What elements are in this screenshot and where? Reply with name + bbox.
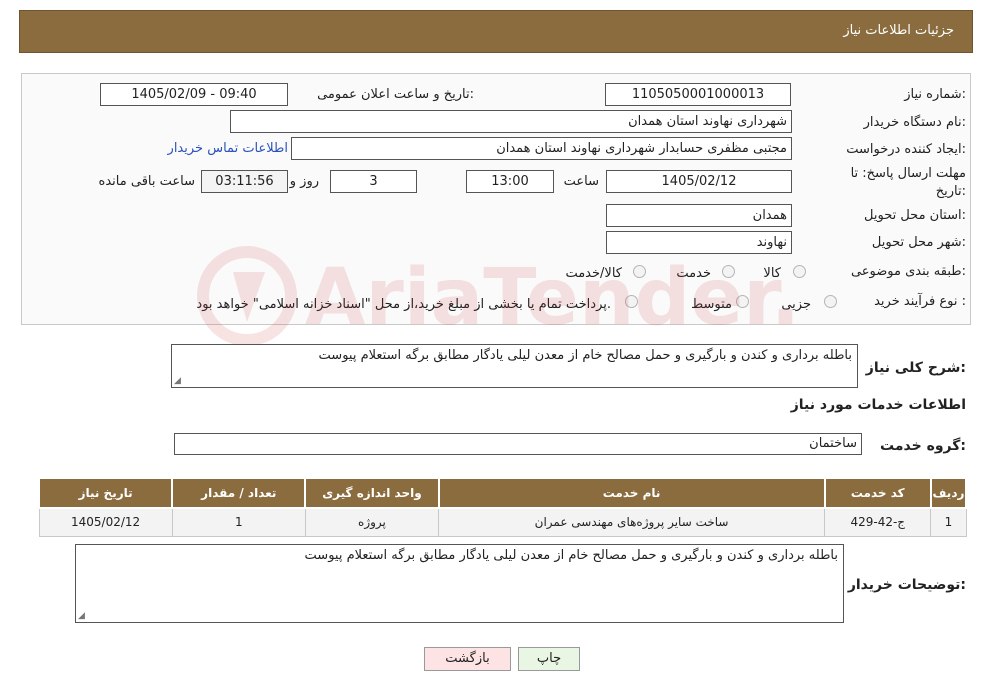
creator-label: ایجاد کننده درخواست: (846, 142, 966, 157)
cell-row-number: 1 (930, 507, 967, 537)
summary-textarea[interactable]: باطله برداری و کندن و بارگیری و حمل مصال… (171, 344, 858, 388)
need-number-label: شماره نیاز: (904, 87, 966, 102)
cell-service-name: ساخت سایر پروژه‌های مهندسی عمران (438, 507, 826, 537)
days-label: روز و (289, 174, 319, 189)
buyer-notes-textarea[interactable]: باطله برداری و کندن و بارگیری و حمل مصال… (75, 544, 844, 623)
deadline-label: مهلت ارسال پاسخ: تا تاریخ: (850, 166, 966, 199)
summary-text: باطله برداری و کندن و بارگیری و حمل مصال… (318, 348, 852, 363)
col-unit: واحد اندازه گیری (304, 477, 440, 509)
col-quantity: تعداد / مقدار (171, 477, 307, 509)
province-label: استان محل تحویل: (864, 208, 966, 223)
buyer-notes-label: توضیحات خریدار: (847, 577, 966, 593)
remaining-label: ساعت باقی مانده (98, 174, 195, 189)
deadline-time-field: 13:00 (466, 170, 554, 193)
need-number-field: 1105050001000013 (605, 83, 791, 106)
col-service-code: کد خدمت (823, 477, 932, 509)
cell-unit: پروژه (304, 507, 440, 537)
creator-field: مجتبی مظفری حسابدار شهرداری نهاوند استان… (291, 137, 792, 160)
remaining-days-field: 3 (330, 170, 417, 193)
announce-label: تاریخ و ساعت اعلان عمومی: (317, 87, 474, 102)
summary-label: شرح کلی نیاز: (865, 360, 966, 376)
page-title: جزئیات اطلاعات نیاز (843, 23, 954, 38)
deadline-date-field: 1405/02/12 (606, 170, 792, 193)
city-label: شهر محل تحویل: (871, 235, 966, 250)
col-need-date: تاریخ نیاز (37, 477, 174, 509)
resize-grip-icon[interactable]: ◢ (78, 611, 85, 621)
announce-datetime-field: 1405/02/09 - 09:40 (100, 83, 288, 106)
process-minor-radio[interactable] (824, 295, 837, 308)
province-field: همدان (606, 204, 792, 227)
back-button[interactable]: بازگشت (424, 647, 511, 671)
services-table-header: ردیف کد خدمت نام خدمت واحد اندازه گیری ت… (37, 477, 968, 509)
col-row-number: ردیف (929, 477, 968, 509)
process-type-label: نوع فرآیند خرید : (874, 294, 966, 309)
service-group-field: ساختمان (174, 433, 862, 455)
cell-service-code: ج-42-429 (824, 507, 932, 537)
service-group-label: گروه خدمت: (880, 438, 966, 454)
remaining-time-field: 03:11:56 (201, 170, 288, 193)
category-label: طبقه بندی موضوعی: (850, 264, 966, 279)
watermark-text: AriaTender.neT (305, 253, 795, 343)
print-button[interactable]: چاپ (518, 647, 580, 671)
buyer-notes-text: باطله برداری و کندن و بارگیری و حمل مصال… (304, 548, 838, 563)
deadline-time-label: ساعت (563, 174, 599, 189)
cell-quantity: 1 (171, 507, 306, 537)
buyer-org-label: نام دستگاه خریدار: (863, 115, 966, 130)
resize-grip-icon[interactable]: ◢ (174, 376, 181, 386)
aria-tender-watermark: AriaTender.neT (197, 246, 795, 346)
table-row: 1 ج-42-429 ساخت سایر پروژه‌های مهندسی عم… (38, 507, 967, 537)
page-header: جزئیات اطلاعات نیاز (19, 10, 973, 53)
services-section-title: اطلاعات خدمات مورد نیاز (790, 397, 966, 413)
col-service-name: نام خدمت (437, 477, 826, 509)
services-table: ردیف کد خدمت نام خدمت واحد اندازه گیری ت… (37, 477, 968, 537)
buyer-contact-link[interactable]: اطلاعات تماس خریدار (168, 141, 288, 156)
buyer-org-field: شهرداری نهاوند استان همدان (230, 110, 792, 133)
cell-need-date: 1405/02/12 (38, 507, 173, 537)
